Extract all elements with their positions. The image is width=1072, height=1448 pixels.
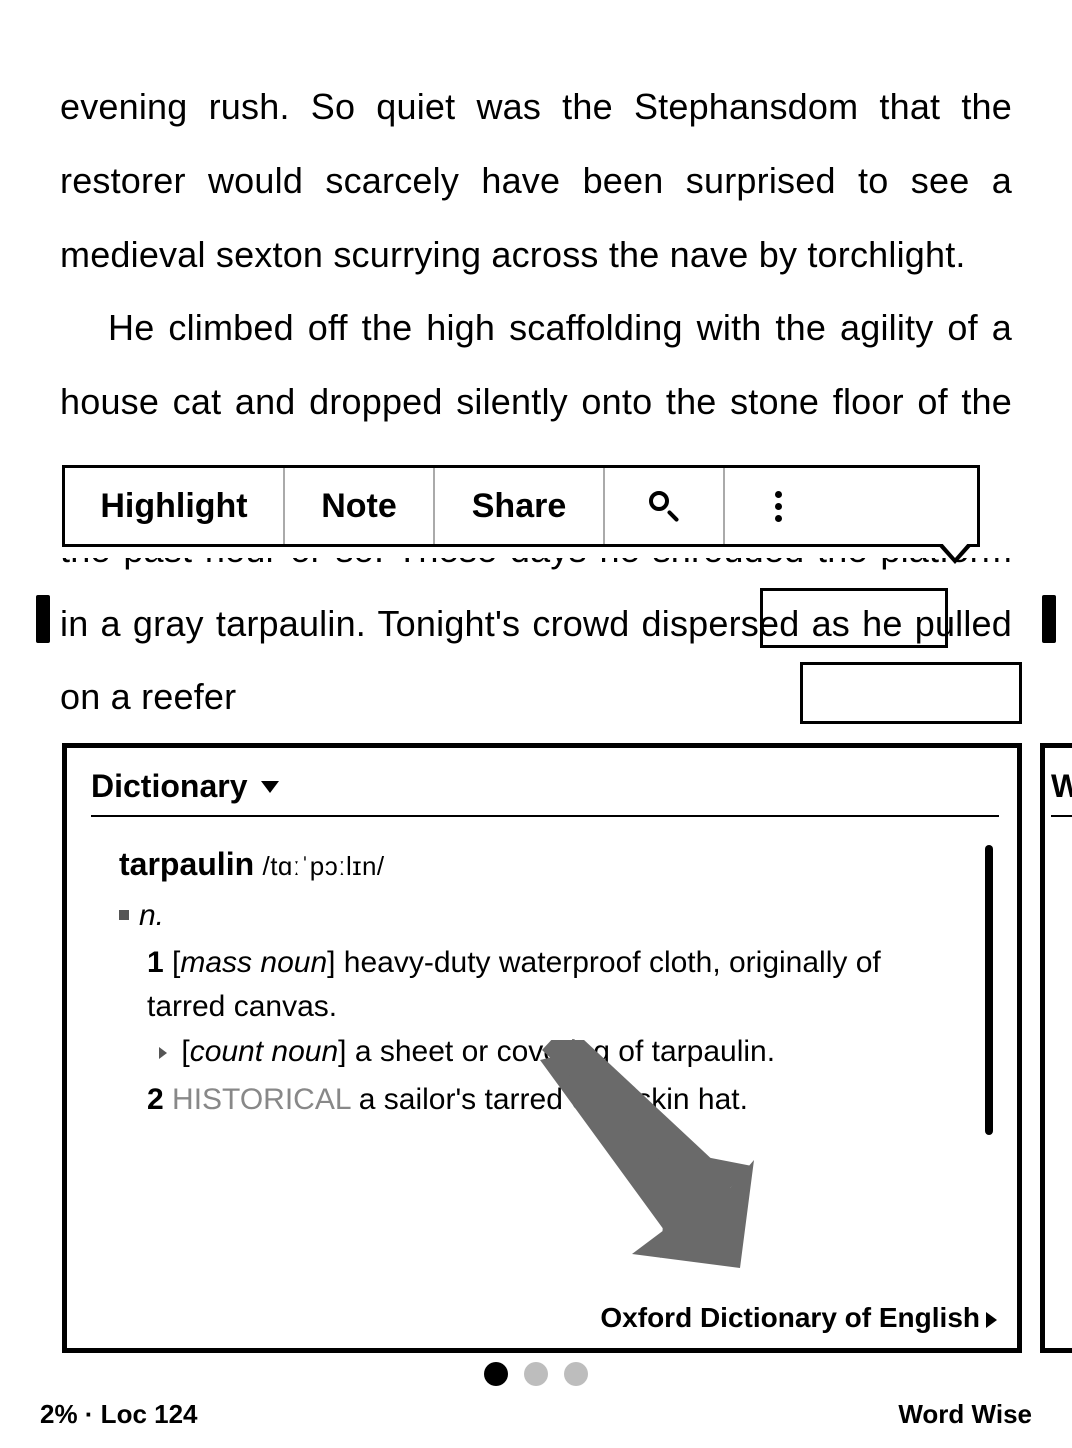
dictionary-body[interactable]: tarpaulin /tɑːˈpɔːlɪn/ n. 1 [mass noun] … [91,841,999,1271]
toolbar-caret-icon [937,544,973,564]
sense-1-label: mass noun [180,946,327,979]
paragraph-1[interactable]: evening rush. So quiet was the Stephansd… [60,70,1012,291]
highlight-button[interactable]: Highlight [65,468,285,544]
selection-handle-left[interactable] [36,595,50,643]
selection-toolbar: Highlight Note Share [62,465,980,547]
dictionary-source-label: Oxford Dictionary of English [600,1302,980,1333]
more-icon [775,491,782,522]
part-of-speech-row: n. [119,894,959,938]
sense-2-def: a sailor's tarred or oilskin hat. [359,1083,748,1116]
page-dot-3[interactable] [564,1362,588,1386]
sense-2-number: 2 [147,1083,164,1116]
more-button[interactable] [725,468,977,544]
sense-2-label: HISTORICAL [172,1083,350,1116]
sense-1-number: 1 [147,946,164,979]
status-bar: 2% · Loc 124 Word Wise [40,1399,1032,1430]
peek-letter: W [1051,768,1072,817]
para2-part-b[interactable]: Tonight's crowd dispersed as he pulled [366,603,1012,644]
square-bullet-icon [119,910,129,920]
next-card-peek[interactable]: W [1040,743,1072,1353]
search-button[interactable] [605,468,725,544]
dictionary-dropdown[interactable]: Dictionary [91,768,999,817]
card-pagination[interactable] [0,1362,1072,1386]
selection-handle-right[interactable] [1042,595,1056,643]
sense-2: 2 HISTORICAL a sailor's tarred or oilski… [147,1078,959,1122]
dictionary-headword: tarpaulin [119,846,254,882]
book-text[interactable]: evening rush. So quiet was the Stephansd… [60,70,1012,734]
sense-1: 1 [mass noun] heavy-duty waterproof clot… [147,941,959,1028]
page-dot-2[interactable] [524,1362,548,1386]
sense-1-sub: [count noun] a sheet or covering of tarp… [159,1030,959,1074]
dictionary-scrollbar[interactable] [985,845,993,1135]
chevron-down-icon [261,781,279,793]
dictionary-source-button[interactable]: Oxford Dictionary of English [600,1302,997,1334]
sense-1-sub-label: count noun [190,1035,338,1068]
dictionary-pronunciation: /tɑːˈpɔːlɪn/ [262,851,384,881]
part-of-speech: n. [139,894,164,938]
note-button[interactable]: Note [285,468,435,544]
dictionary-card: Dictionary tarpaulin /tɑːˈpɔːlɪn/ n. 1 [… [62,743,1022,1353]
sense-1-sub-def: a sheet or covering of tarpaulin. [355,1035,775,1068]
share-button[interactable]: Share [435,468,605,544]
triangle-bullet-icon [159,1047,167,1059]
selected-word-tarpaulin[interactable]: tarpaulin. [216,603,366,644]
triangle-right-icon [986,1312,997,1328]
reader-page: evening rush. So quiet was the Stephansd… [0,0,1072,1448]
reading-progress[interactable]: 2% · Loc 124 [40,1399,198,1430]
search-icon [649,491,679,521]
dictionary-tab-label: Dictionary [91,768,247,805]
page-dot-1[interactable] [484,1362,508,1386]
word-wise-label[interactable]: Word Wise [898,1399,1032,1430]
para2-box2-text[interactable]: on a reefer [60,676,236,717]
